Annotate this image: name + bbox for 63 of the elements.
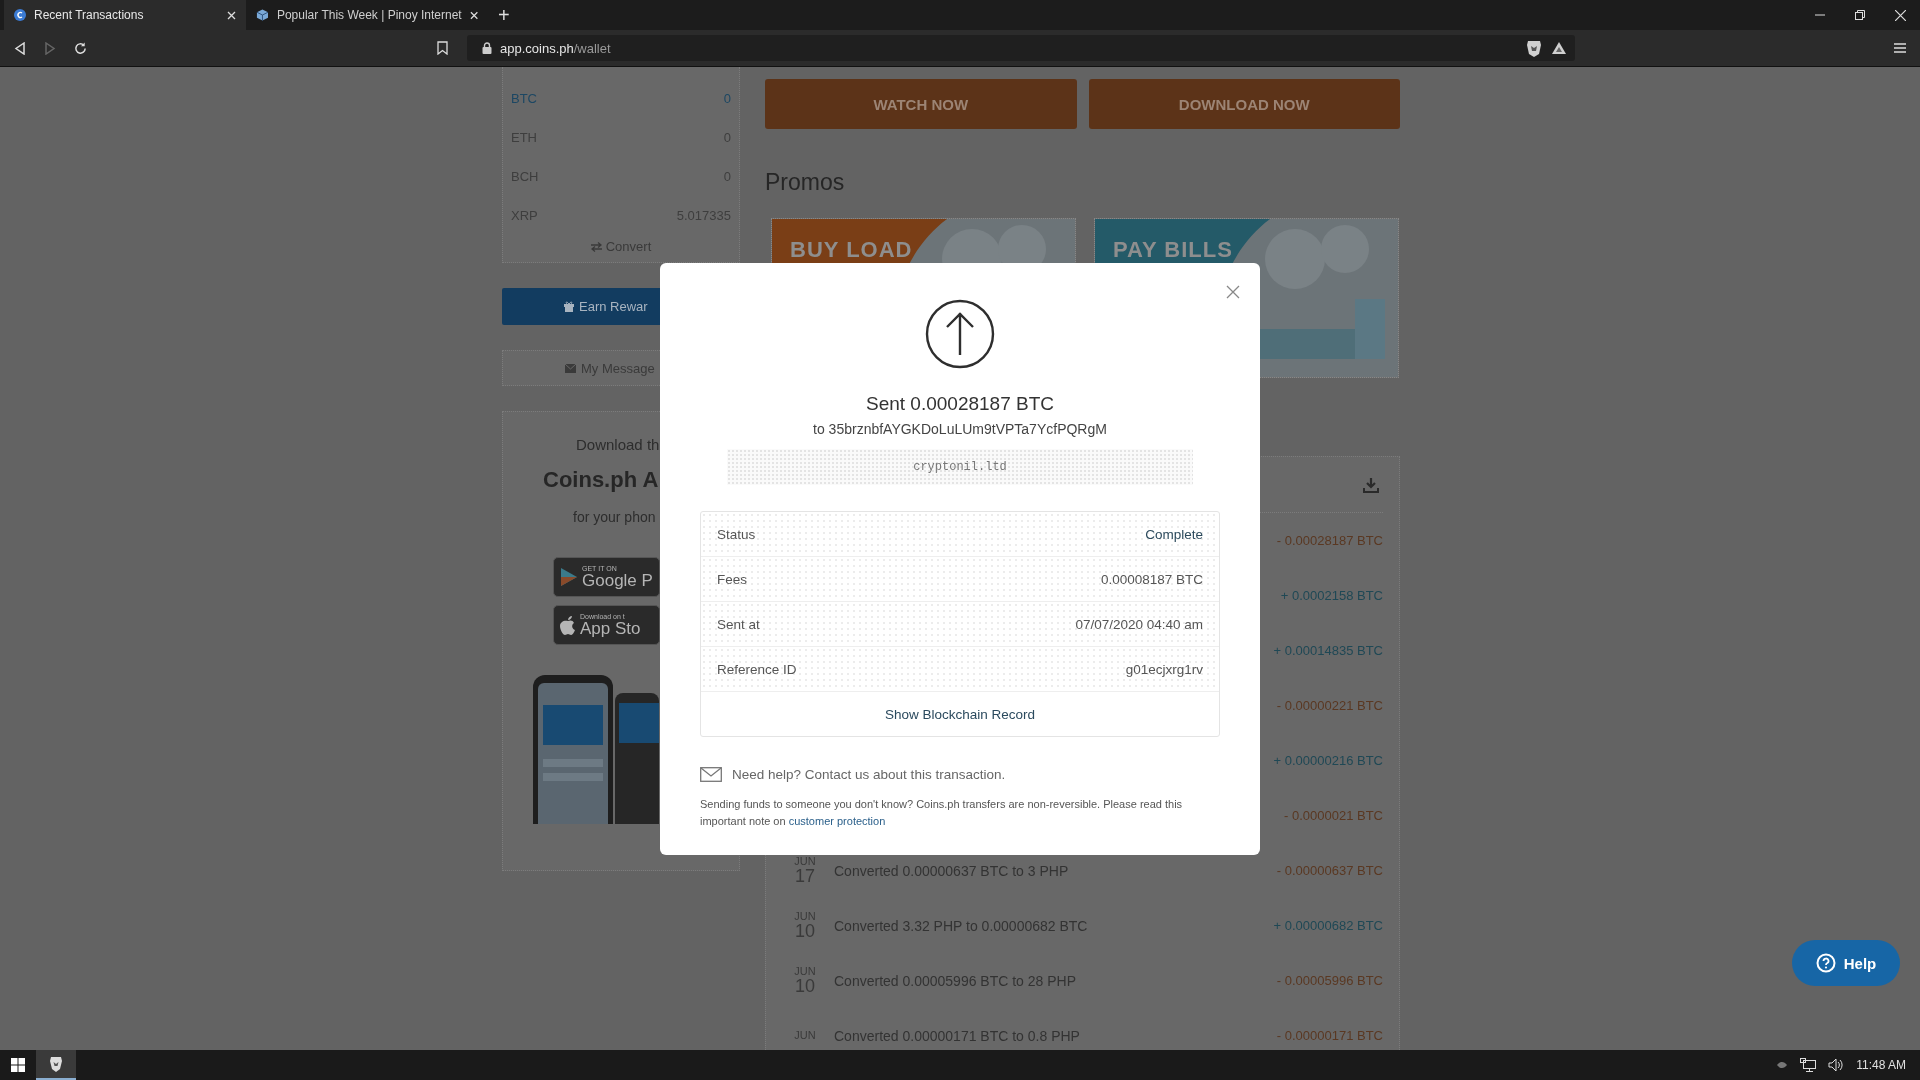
promo-label: PAY BILLS xyxy=(1113,237,1233,263)
app-subtitle: for your phon xyxy=(572,509,657,525)
reload-icon[interactable] xyxy=(74,41,87,55)
coin-row[interactable]: BTC 0 xyxy=(511,79,731,118)
warning-note: Sending funds to someone you don't know? Coins.ph transfers are non-reversible. Please read this important note on customer protection xyxy=(700,797,1184,829)
help-text[interactable]: Need help? Contact us about this transaction. xyxy=(732,767,1006,782)
download-icon[interactable] xyxy=(1363,476,1379,493)
close-icon[interactable] xyxy=(1895,9,1906,21)
detail-label: Status xyxy=(717,526,756,542)
recipient-address: to 35brznbfAYGKDoLuLUm9tVPTa7YcfPQRgM xyxy=(813,421,1107,437)
detail-value: g01ecjxrg1rv xyxy=(1125,661,1203,677)
detail-label: Reference ID xyxy=(717,661,797,677)
transaction-amount: + 0.00000682 BTC xyxy=(1273,918,1383,933)
transaction-amount: - 0.00000637 BTC xyxy=(1276,863,1383,878)
envelope-icon xyxy=(565,363,576,373)
windows-logo-icon xyxy=(11,1058,25,1072)
clock-text[interactable]: 11:48 AM xyxy=(1856,1058,1906,1072)
apple-icon xyxy=(560,615,576,635)
network-icon[interactable] xyxy=(1800,1058,1817,1072)
question-icon xyxy=(1815,953,1836,973)
detail-value: Complete xyxy=(1145,526,1203,542)
help-button[interactable]: Help xyxy=(1792,940,1900,986)
browser-taskbar-button[interactable] xyxy=(36,1050,76,1080)
new-tab-button[interactable]: + xyxy=(488,0,520,30)
promo-label: BUY LOAD xyxy=(790,237,913,263)
close-icon[interactable] xyxy=(469,10,478,20)
customer-protection-link[interactable]: customer protection xyxy=(788,815,886,827)
volume-icon[interactable] xyxy=(1828,1058,1845,1072)
transaction-amount: - 0.00005996 BTC xyxy=(1276,973,1383,988)
action-button[interactable]: DOWNLOAD NOW xyxy=(1088,79,1400,129)
close-icon[interactable] xyxy=(227,10,236,20)
gift-icon xyxy=(564,301,574,312)
browser-tab[interactable]: Recent Transactions xyxy=(4,0,246,30)
up-arrow-circle-icon xyxy=(925,299,995,369)
bookmark-icon[interactable] xyxy=(437,41,448,55)
lion-shield-icon[interactable] xyxy=(1525,39,1543,57)
tray-icon[interactable] xyxy=(1776,1061,1789,1069)
swap-arrows-icon xyxy=(590,241,602,252)
coin-favicon-icon xyxy=(14,9,26,21)
transaction-amount: - 0.00000171 BTC xyxy=(1276,1028,1383,1043)
menu-icon[interactable] xyxy=(1894,43,1906,53)
forward-icon[interactable] xyxy=(44,41,56,55)
dialog-title: Sent 0.00028187 BTC xyxy=(866,393,1054,415)
section-heading: Promos xyxy=(765,169,846,196)
detail-value: 07/07/2020 04:40 am xyxy=(1075,616,1203,632)
envelope-icon xyxy=(700,767,722,782)
blockchain-link[interactable]: Show Blockchain Record xyxy=(701,692,1219,736)
download-intro-text: Download th xyxy=(575,436,661,453)
cube-favicon-icon xyxy=(256,8,269,22)
detail-value: 0.00008187 BTC xyxy=(1100,571,1203,587)
play-triangle-icon xyxy=(560,567,578,587)
detail-label: Sent at xyxy=(717,616,760,632)
close-button[interactable] xyxy=(1224,283,1242,301)
back-icon[interactable] xyxy=(14,41,26,55)
url-text[interactable]: app.coins.ph/wallet xyxy=(500,40,611,56)
triangle-icon[interactable] xyxy=(1551,41,1567,55)
restore-icon[interactable] xyxy=(1855,10,1865,20)
action-button[interactable]: WATCH NOW xyxy=(765,79,1077,129)
app-title: Coins.ph A xyxy=(542,467,660,493)
memo-text: cryptonil.ltd xyxy=(727,449,1193,485)
detail-label: Fees xyxy=(717,571,747,587)
lock-icon xyxy=(482,42,492,54)
lion-shield-icon xyxy=(49,1056,63,1072)
